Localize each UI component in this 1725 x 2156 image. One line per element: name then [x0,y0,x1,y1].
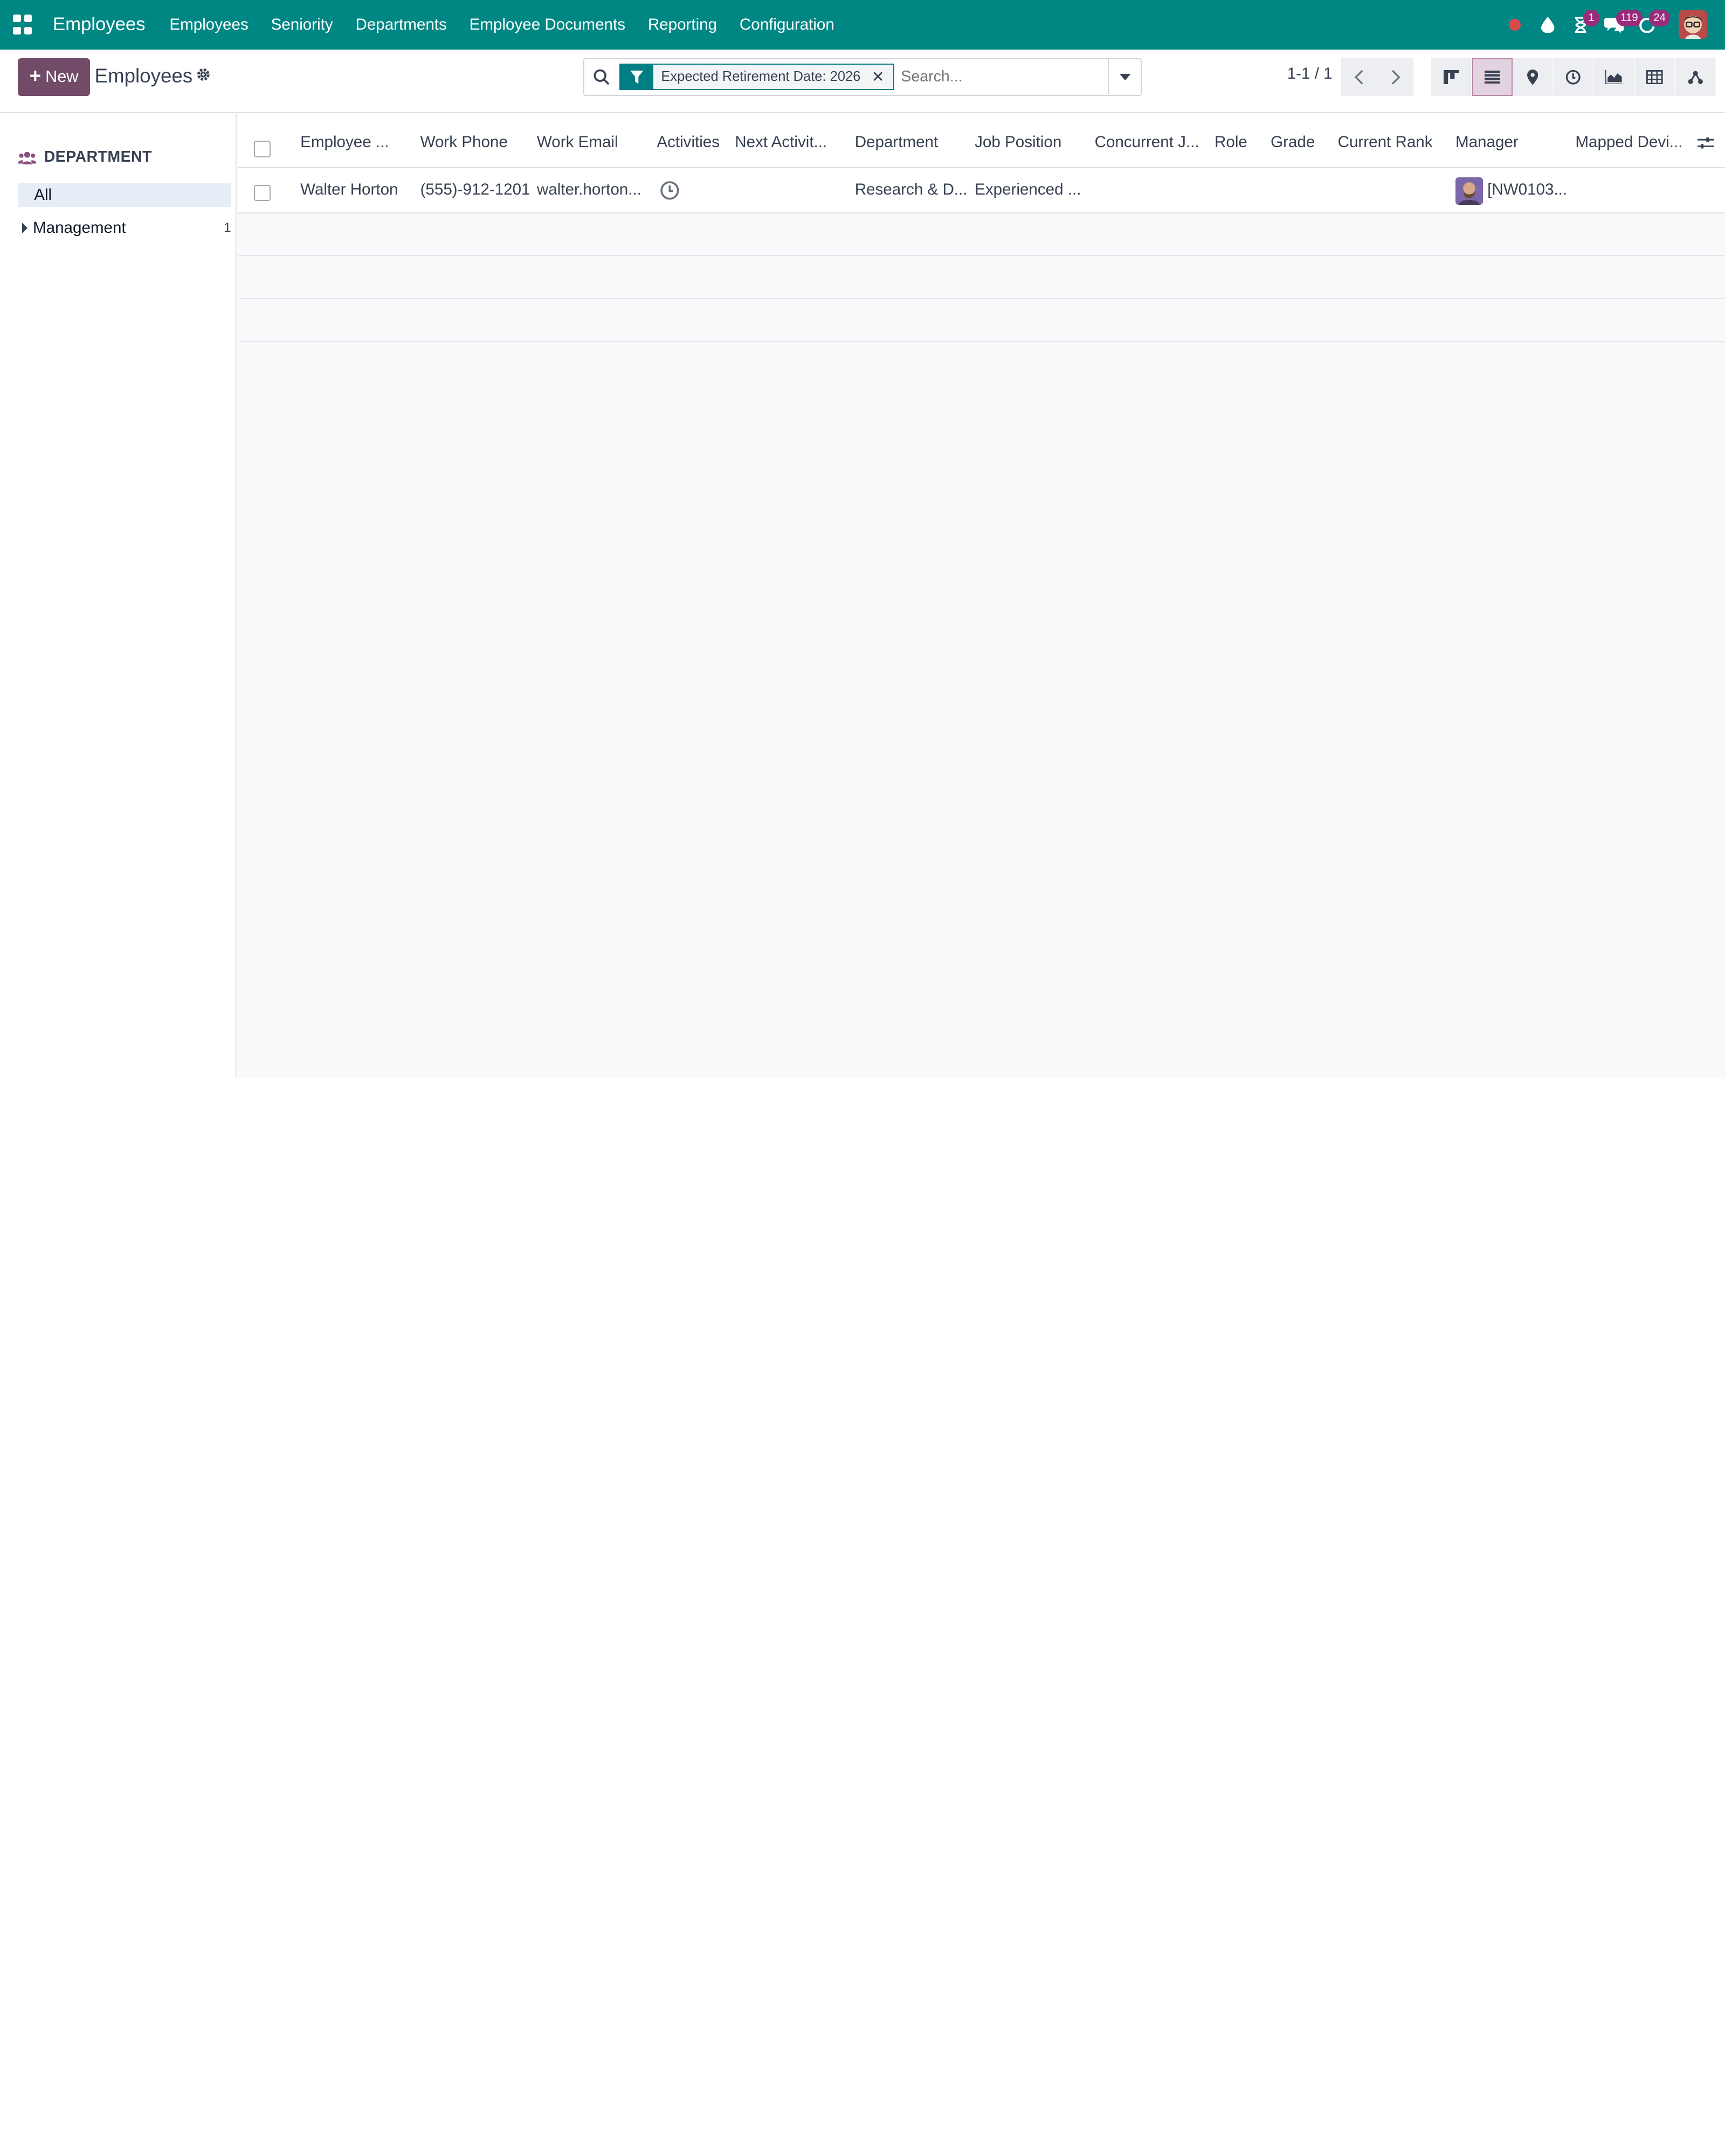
pager-previous-button[interactable] [1341,58,1378,96]
filter-icon [620,64,654,91]
users-icon [17,151,37,165]
search-bar: Expected Retirement Date: 2026 ✕ [583,58,1142,96]
column-work-email[interactable]: Work Email [537,133,618,151]
cell-department[interactable]: Research & D... [855,181,968,199]
activity-clock-icon[interactable] [660,181,680,205]
manager-avatar [1455,177,1483,205]
systray: 1 119 24 [1499,0,1725,50]
recording-status[interactable] [1499,0,1531,50]
select-all-checkbox[interactable] [254,141,271,157]
apps-menu-icon[interactable] [13,14,35,37]
sidebar-item-count: 1 [223,220,231,236]
row-checkbox[interactable] [254,184,271,202]
menu-seniority[interactable]: Seniority [271,16,333,34]
side-panel-title: DEPARTMENT [44,148,152,166]
pager-next-button[interactable] [1377,58,1414,96]
user-avatar[interactable] [1679,10,1708,39]
menu-employees[interactable]: Employees [169,16,248,34]
new-button-label: New [45,67,79,86]
column-job-position[interactable]: Job Position [975,133,1061,151]
column-grade[interactable]: Grade [1271,133,1315,151]
actions-gear-icon[interactable] [196,67,211,87]
column-options-icon[interactable] [1697,134,1714,155]
remove-facet-icon[interactable]: ✕ [872,67,885,86]
column-activities[interactable]: Activities [657,133,720,151]
top-navbar: Employees Employees Seniority Department… [0,0,1725,50]
empty-row [237,256,1725,300]
menu-employee-documents[interactable]: Employee Documents [470,16,625,34]
column-role[interactable]: Role [1215,133,1247,151]
app-root: Employees Employees Seniority Department… [0,0,1725,1078]
plus-icon: + [29,64,42,87]
list-icon [1485,70,1500,84]
column-work-phone[interactable]: Work Phone [420,133,508,151]
view-graph-button[interactable] [1594,58,1635,96]
cell-employee[interactable]: Walter Horton [300,181,398,199]
column-concurrent-job[interactable]: Concurrent J... [1095,133,1199,151]
droplet-icon [1541,16,1555,33]
table-header: Employee ... Work Phone Work Email Activ… [237,114,1725,169]
caret-right-icon[interactable] [22,223,27,234]
app-brand[interactable]: Employees [53,14,146,35]
cell-manager[interactable]: [NW0103... [1487,181,1567,199]
empty-row [237,213,1725,257]
cell-work-phone[interactable]: (555)-912-1201 [420,181,530,199]
sidebar-item-label: Management [33,219,126,237]
view-hierarchy-button[interactable] [1675,58,1716,96]
view-pivot-button[interactable] [1634,58,1676,96]
view-activity-button[interactable] [1553,58,1595,96]
user-avatar-icon [1679,10,1708,39]
table-grid-icon [1646,70,1663,85]
view-switcher [1431,58,1716,96]
record-dot-icon [1509,18,1521,31]
column-employee[interactable]: Employee ... [300,133,389,151]
search-input[interactable] [901,68,1099,86]
area-chart-icon [1605,70,1623,85]
chevron-right-icon [1391,70,1400,85]
control-panel: + New Employees Expected Retirement Date… [0,50,1725,114]
drop-button[interactable] [1531,0,1564,50]
page-title[interactable]: Employees [95,65,193,87]
column-mapped-device[interactable]: Mapped Devi... [1575,133,1682,151]
column-next-activity[interactable]: Next Activit... [735,133,827,151]
search-options-toggle[interactable] [1108,59,1141,95]
cell-work-email[interactable]: walter.horton... [537,181,641,199]
menu-departments[interactable]: Departments [355,16,446,34]
search-icon[interactable] [584,69,619,86]
updates-button[interactable]: 24 [1631,0,1671,50]
list-view: Employee ... Work Phone Work Email Activ… [237,114,1725,1078]
manager-avatar-icon [1455,177,1483,205]
sidebar-item-management[interactable]: Management 1 [18,219,231,237]
column-department[interactable]: Department [855,133,939,151]
caret-down-icon [1119,73,1130,80]
sidebar-item-all[interactable]: All [17,182,231,207]
column-current-rank[interactable]: Current Rank [1338,133,1433,151]
activities-button[interactable]: 1 [1564,0,1600,50]
view-map-button[interactable] [1513,58,1554,96]
chevron-left-icon [1355,70,1363,85]
map-pin-icon [1527,69,1538,85]
empty-row [237,299,1725,342]
cell-job-position[interactable]: Experienced ... [975,181,1081,199]
menu-reporting[interactable]: Reporting [648,16,717,34]
menu-configuration[interactable]: Configuration [740,16,834,34]
table-row[interactable]: Walter Horton (555)-912-1201 walter.hort… [237,168,1725,213]
department-side-panel: DEPARTMENT All Management 1 [0,114,237,1078]
filter-facet[interactable]: Expected Retirement Date: 2026 ✕ [619,64,895,91]
side-panel-header: DEPARTMENT [17,148,152,166]
pager-value[interactable]: 1-1 / 1 [1287,65,1333,83]
facet-value: Expected Retirement Date: 2026 [661,69,861,85]
column-manager[interactable]: Manager [1455,133,1519,151]
updates-badge: 24 [1649,10,1671,26]
clock-icon [1565,70,1581,85]
messages-button[interactable]: 119 [1597,0,1643,50]
view-list-button[interactable] [1472,58,1513,96]
hierarchy-icon [1688,71,1703,84]
view-kanban-button[interactable] [1431,58,1472,96]
new-button[interactable]: + New [17,58,91,96]
kanban-icon [1443,70,1459,85]
